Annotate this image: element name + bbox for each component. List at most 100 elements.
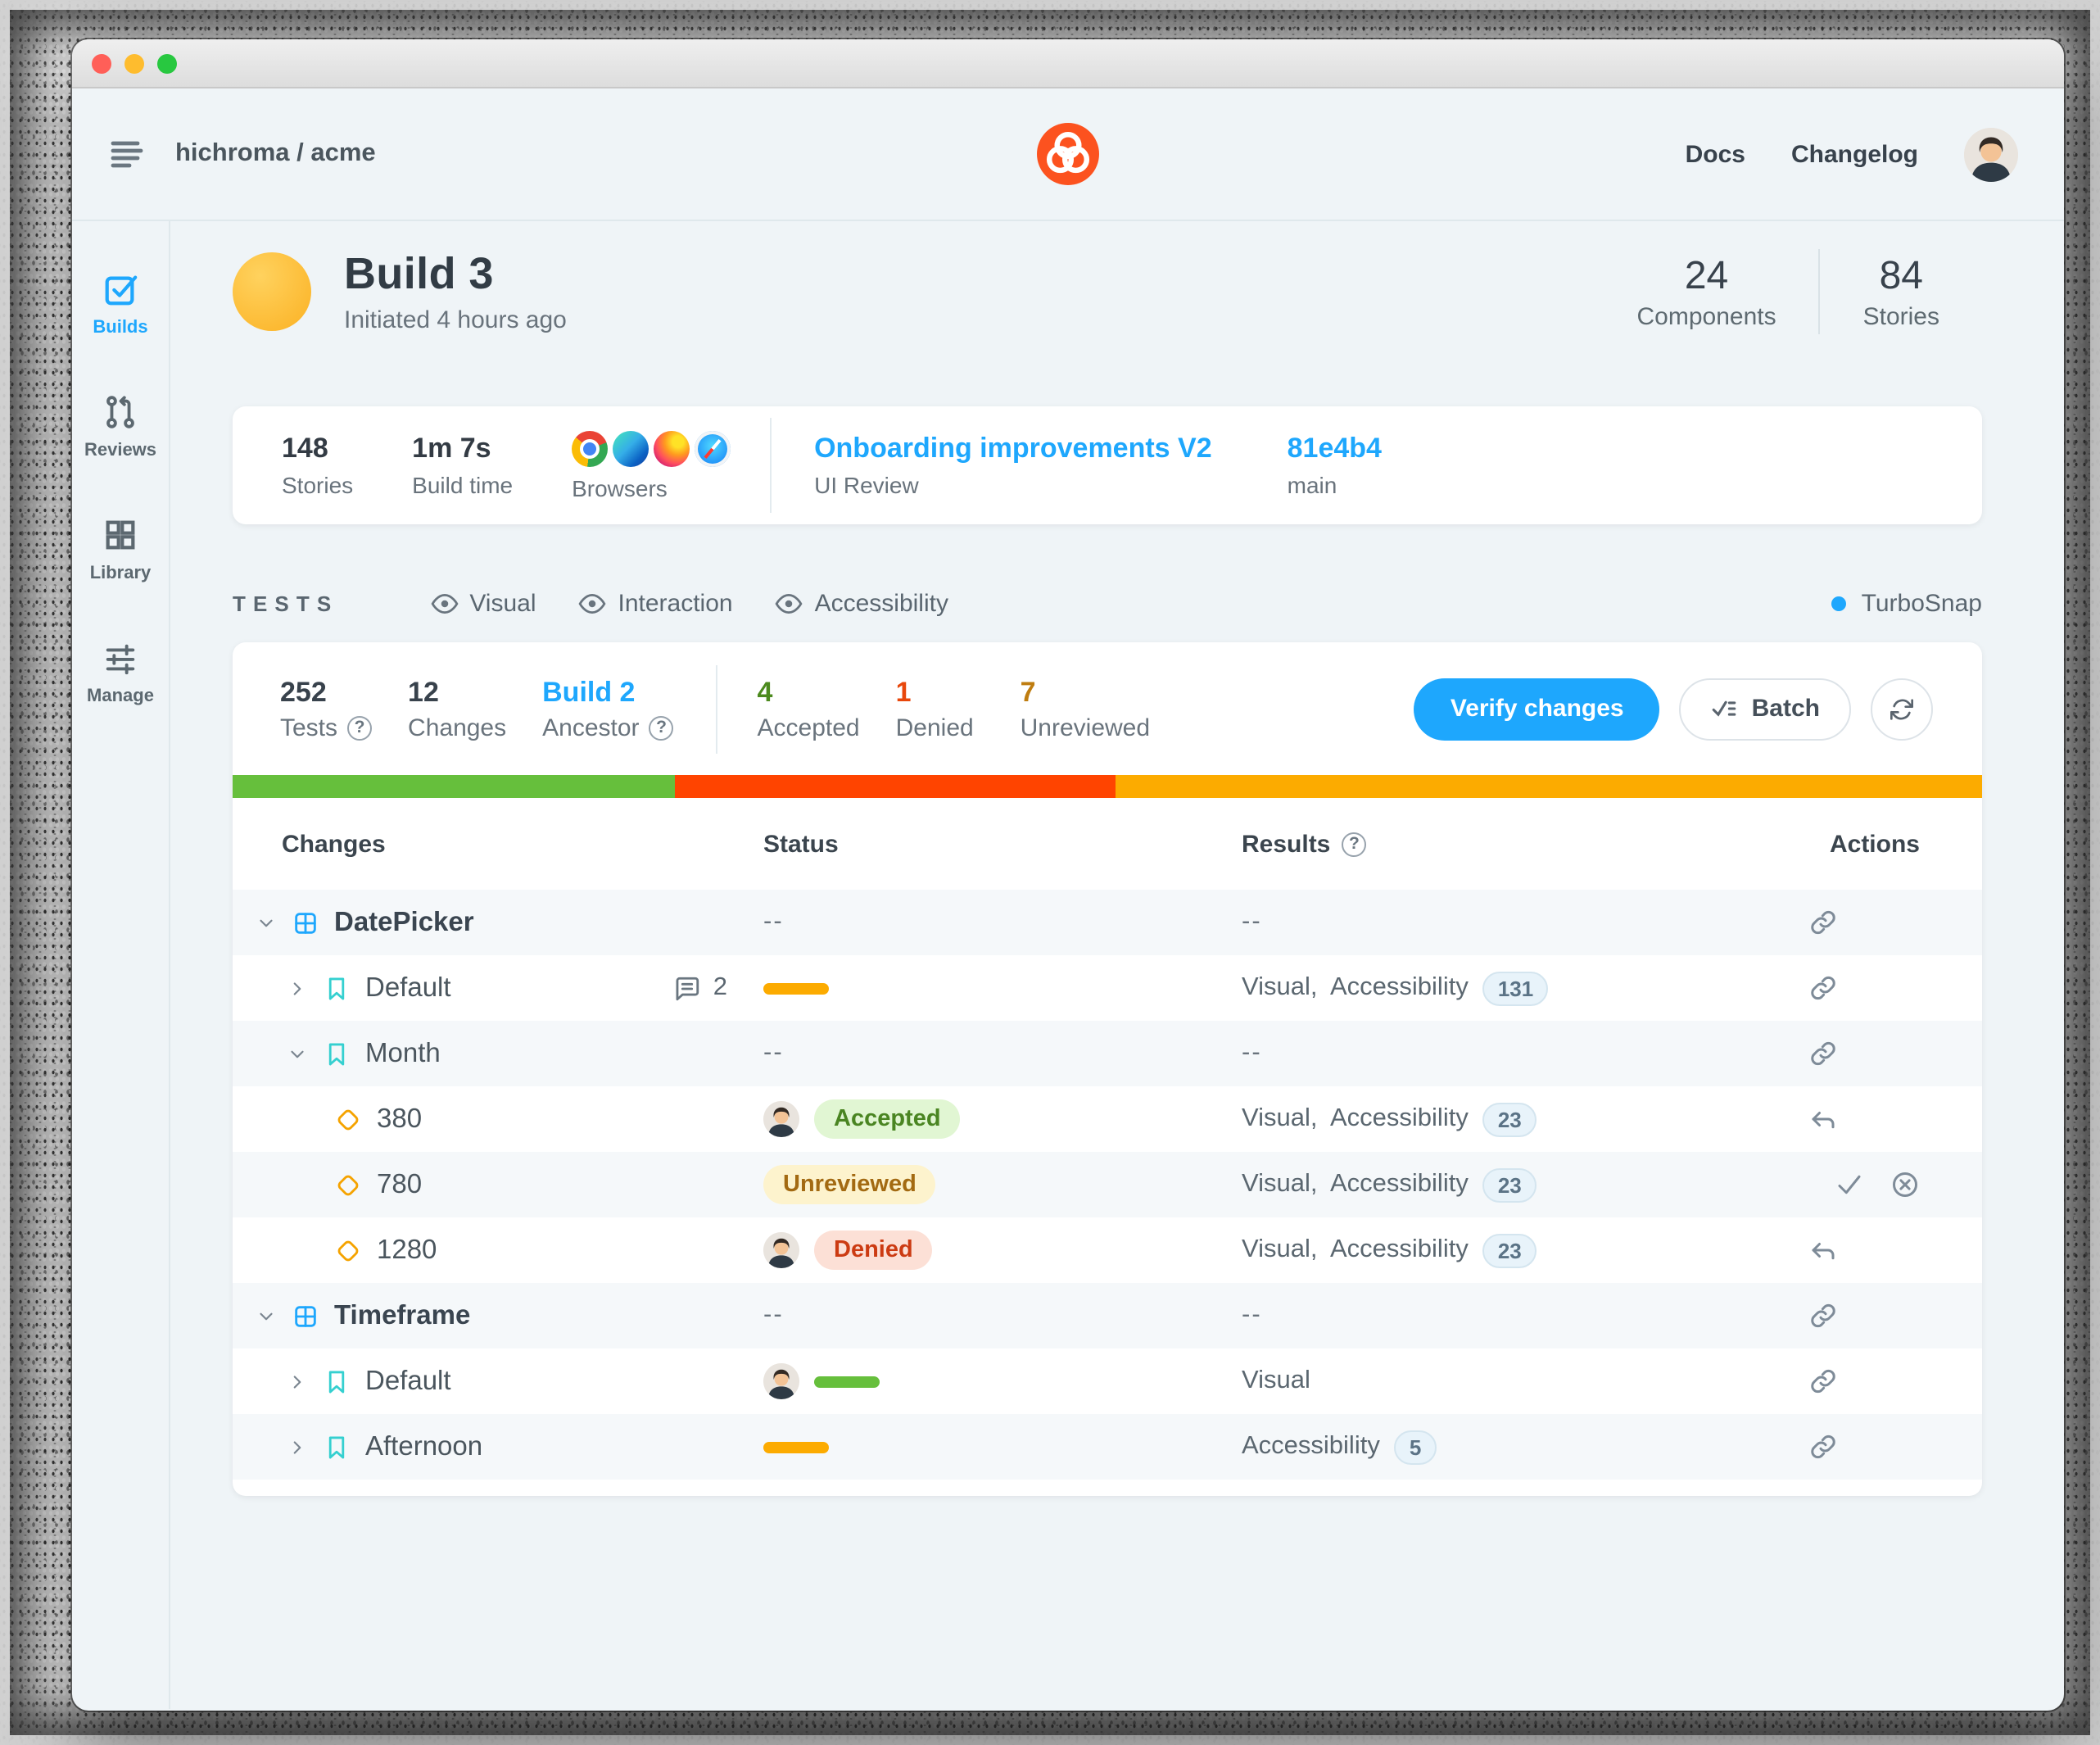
- status-progress-bar: [814, 1376, 880, 1387]
- help-icon[interactable]: ?: [347, 715, 372, 740]
- eye-icon: [579, 590, 607, 618]
- pull-request-ref: Onboarding improvements V2 UI Review: [814, 433, 1212, 498]
- chrome-browser-icon: [572, 431, 608, 467]
- results-count-badge: 23: [1483, 1102, 1537, 1136]
- viewport-diamond-icon: [334, 1105, 362, 1133]
- link-action-icon[interactable]: [1808, 908, 1838, 937]
- row-name: Timeframe: [334, 1300, 470, 1331]
- chromatic-logo-icon[interactable]: [1037, 123, 1099, 185]
- accept-action-icon[interactable]: [1835, 1170, 1864, 1199]
- tests-heading: TESTS: [233, 591, 338, 616]
- results-empty: --: [1242, 1301, 1262, 1330]
- stories-count: 84: [1863, 253, 1939, 299]
- rerun-build-button[interactable]: [1871, 678, 1933, 740]
- bookmark-icon: [323, 1367, 351, 1395]
- results-tests: Visual, Accessibility: [1242, 973, 1469, 1003]
- zoom-window-button[interactable]: [157, 53, 177, 73]
- stories-label: Stories: [1863, 302, 1939, 330]
- components-label: Components: [1637, 302, 1776, 330]
- undo-action-icon[interactable]: [1808, 1104, 1838, 1134]
- sidebar-item-label: Builds: [93, 318, 147, 338]
- breadcrumb[interactable]: hichroma / acme: [175, 139, 376, 169]
- help-icon[interactable]: ?: [649, 715, 674, 740]
- ancestor-build-link[interactable]: Build 2: [542, 676, 673, 709]
- row-name: Afternoon: [365, 1431, 482, 1462]
- undo-action-icon[interactable]: [1808, 1235, 1838, 1265]
- column-header-status: Status: [763, 830, 1242, 858]
- link-action-icon[interactable]: [1808, 1301, 1838, 1330]
- column-header-actions: Actions: [1766, 830, 1982, 858]
- sidebar-item-manage[interactable]: Manage: [87, 639, 154, 706]
- results-tests: Visual, Accessibility: [1242, 1170, 1469, 1199]
- status-badge: Denied: [814, 1231, 933, 1270]
- pull-request-link[interactable]: Onboarding improvements V2: [814, 433, 1212, 465]
- row-name: 780: [377, 1169, 422, 1200]
- browsers-stat: Browsers: [572, 430, 731, 501]
- table-header: Changes Status Results? Actions: [233, 798, 1982, 890]
- chevron-right-icon[interactable]: [287, 977, 308, 999]
- app-window: hichroma / acme Docs Changelog: [72, 39, 2064, 1711]
- table-row-afternoon[interactable]: AfternoonAccessibility5: [233, 1414, 1982, 1480]
- pull-request-icon: [102, 393, 139, 431]
- table-row-month[interactable]: Month----: [233, 1021, 1982, 1086]
- table-row-default[interactable]: DefaultVisual: [233, 1348, 1982, 1414]
- table-row-380[interactable]: 380AcceptedVisual, Accessibility23: [233, 1086, 1982, 1152]
- chevron-down-icon[interactable]: [256, 1305, 277, 1326]
- chevron-right-icon[interactable]: [287, 1371, 308, 1392]
- table-row-timeframe[interactable]: Timeframe----: [233, 1283, 1982, 1348]
- sidebar-item-reviews[interactable]: Reviews: [84, 393, 156, 460]
- progress-segment-red: [675, 775, 1116, 798]
- checklist-icon: [1711, 695, 1739, 723]
- status-badge: Unreviewed: [763, 1165, 936, 1204]
- results-count-badge: 131: [1483, 971, 1548, 1005]
- commit-link[interactable]: 81e4b4: [1288, 433, 1382, 465]
- chevron-down-icon[interactable]: [256, 912, 277, 933]
- chevron-right-icon[interactable]: [287, 1436, 308, 1457]
- summary-bar: 252 Tests? 12 Changes Build 2 Ancestor?: [233, 642, 1982, 775]
- close-window-button[interactable]: [92, 53, 111, 73]
- table-body: DatePicker---- Default 2 Visual, Accessibil…: [233, 890, 1982, 1480]
- eye-icon: [776, 590, 803, 618]
- chevron-down-icon[interactable]: [287, 1043, 308, 1064]
- link-action-icon[interactable]: [1808, 1039, 1838, 1068]
- docs-link[interactable]: Docs: [1686, 140, 1745, 168]
- results-count-badge: 5: [1395, 1430, 1436, 1464]
- minimize-window-button[interactable]: [124, 53, 144, 73]
- components-stat: 24 Components: [1595, 253, 1819, 330]
- sidebar-item-builds[interactable]: Builds: [93, 270, 147, 338]
- comments-indicator[interactable]: 2: [674, 973, 763, 1003]
- bookmark-icon: [323, 974, 351, 1002]
- sidebar-item-library[interactable]: Library: [90, 516, 152, 583]
- help-icon[interactable]: ?: [1342, 832, 1366, 856]
- table-row-default[interactable]: Default2Visual, Accessibility131: [233, 955, 1982, 1021]
- table-row-1280[interactable]: 1280DeniedVisual, Accessibility23: [233, 1217, 1982, 1283]
- row-name: Month: [365, 1038, 441, 1069]
- verify-changes-button[interactable]: Verify changes: [1414, 678, 1660, 740]
- toggle-interaction[interactable]: Interaction: [579, 590, 733, 618]
- table-row-datepicker[interactable]: DatePicker----: [233, 890, 1982, 955]
- toggle-accessibility[interactable]: Accessibility: [776, 590, 948, 618]
- page: hichroma / acme Docs Changelog: [0, 0, 2100, 1745]
- changes-stat: 12 Changes: [408, 676, 506, 741]
- library-grid-icon: [102, 516, 139, 554]
- turbosnap-indicator[interactable]: TurboSnap: [1832, 590, 1982, 618]
- row-name: Default: [365, 1366, 451, 1397]
- user-avatar[interactable]: [1964, 127, 2018, 181]
- link-action-icon[interactable]: [1808, 973, 1838, 1003]
- ancestor-stat: Build 2 Ancestor?: [542, 676, 673, 741]
- link-action-icon[interactable]: [1808, 1432, 1838, 1462]
- changelog-link[interactable]: Changelog: [1791, 140, 1918, 168]
- tests-stat: 252 Tests?: [280, 676, 372, 741]
- deny-action-icon[interactable]: [1890, 1170, 1920, 1199]
- table-row-780[interactable]: 780 Unreviewed Visual, Accessibility 23: [233, 1152, 1982, 1217]
- batch-button[interactable]: Batch: [1680, 678, 1851, 740]
- divider: [717, 664, 718, 753]
- toggle-visual[interactable]: Visual: [430, 590, 536, 618]
- results-count-badge: 23: [1483, 1233, 1537, 1267]
- results-count-badge: 23: [1483, 1167, 1537, 1202]
- sidebar-item-label: Manage: [87, 687, 154, 706]
- menu-icon[interactable]: [106, 134, 146, 174]
- component-grid-icon: [292, 1302, 319, 1330]
- link-action-icon[interactable]: [1808, 1367, 1838, 1396]
- stories-stat: 84 Stories: [1821, 253, 1982, 330]
